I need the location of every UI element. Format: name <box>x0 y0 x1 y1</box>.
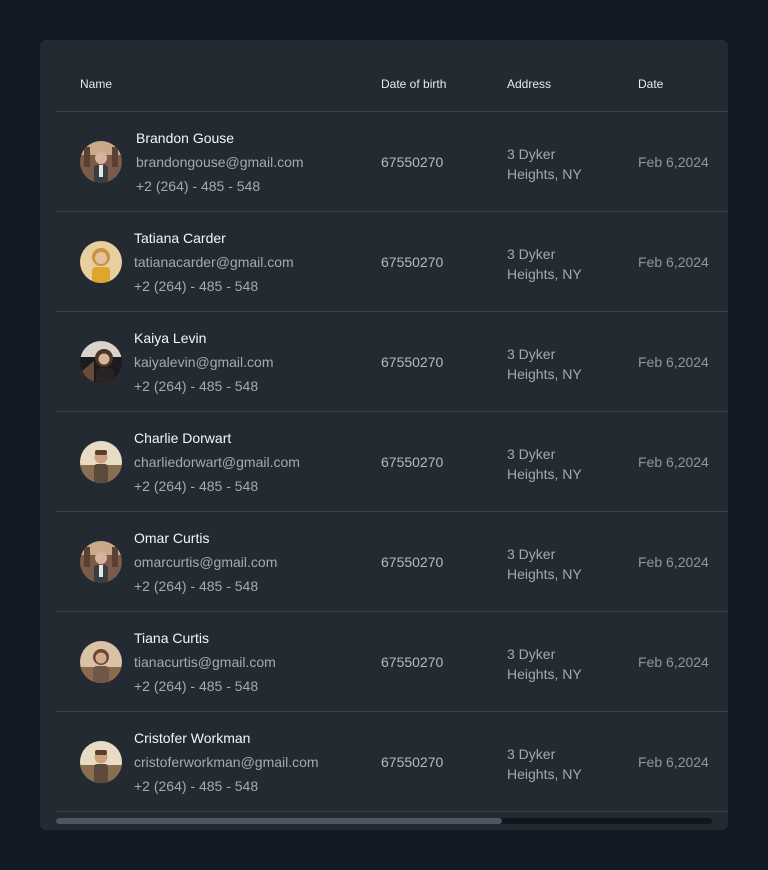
row-date: Feb 6,2024 <box>638 354 709 370</box>
row-email: brandongouse@gmail.com <box>136 154 304 170</box>
row-phone: +2 (264) - 485 - 548 <box>134 278 259 294</box>
row-address: 3 Dyker Heights, NY <box>507 744 582 784</box>
row-phone: +2 (264) - 485 - 548 <box>134 678 259 694</box>
avatar <box>80 641 122 683</box>
horizontal-scrollbar[interactable] <box>56 818 712 824</box>
row-email: tianacurtis@gmail.com <box>134 654 276 670</box>
row-phone: +2 (264) - 485 - 548 <box>136 178 261 194</box>
row-email: charliedorwart@gmail.com <box>134 454 300 470</box>
row-date: Feb 6,2024 <box>638 454 709 470</box>
row-address: 3 Dyker Heights, NY <box>507 444 582 484</box>
avatar <box>80 441 122 483</box>
row-address-line1: 3 Dyker <box>507 746 556 762</box>
row-address-line2: Heights, NY <box>507 366 582 382</box>
table-row[interactable]: Omar Curtis omarcurtis@gmail.com +2 (264… <box>56 512 728 612</box>
row-email: cristoferworkman@gmail.com <box>134 754 319 770</box>
row-address: 3 Dyker Heights, NY <box>507 144 582 184</box>
row-dob: 67550270 <box>381 154 444 170</box>
row-date: Feb 6,2024 <box>638 554 709 570</box>
table-row[interactable]: Cristofer Workman cristoferworkman@gmail… <box>56 712 728 812</box>
row-address: 3 Dyker Heights, NY <box>507 344 582 384</box>
row-dob: 67550270 <box>381 554 444 570</box>
row-name: Tiana Curtis <box>134 630 209 646</box>
table-row[interactable]: Kaiya Levin kaiyalevin@gmail.com +2 (264… <box>56 312 728 412</box>
table-row[interactable]: Charlie Dorwart charliedorwart@gmail.com… <box>56 412 728 512</box>
users-table-card: Name Date of birth Address Date Brandon … <box>40 40 728 830</box>
avatar <box>80 141 122 183</box>
row-date: Feb 6,2024 <box>638 654 709 670</box>
table-row[interactable]: Tatiana Carder tatianacarder@gmail.com +… <box>56 212 728 312</box>
avatar <box>80 241 122 283</box>
row-date: Feb 6,2024 <box>638 254 709 270</box>
row-address-line2: Heights, NY <box>507 666 582 682</box>
row-name: Tatiana Carder <box>134 230 226 246</box>
row-name: Cristofer Workman <box>134 730 251 746</box>
row-phone: +2 (264) - 485 - 548 <box>134 378 259 394</box>
column-header-date[interactable]: Date <box>638 77 663 91</box>
column-header-dob[interactable]: Date of birth <box>381 77 446 91</box>
avatar <box>80 741 122 783</box>
row-date: Feb 6,2024 <box>638 754 709 770</box>
table-header: Name Date of birth Address Date <box>56 40 728 112</box>
row-address-line1: 3 Dyker <box>507 246 556 262</box>
row-name: Kaiya Levin <box>134 330 207 346</box>
table-row[interactable]: Tiana Curtis tianacurtis@gmail.com +2 (2… <box>56 612 728 712</box>
row-phone: +2 (264) - 485 - 548 <box>134 578 259 594</box>
row-address-line1: 3 Dyker <box>507 546 556 562</box>
row-email: kaiyalevin@gmail.com <box>134 354 274 370</box>
row-name: Brandon Gouse <box>136 130 235 146</box>
row-address-line2: Heights, NY <box>507 166 582 182</box>
row-email: tatianacarder@gmail.com <box>134 254 294 270</box>
row-address-line1: 3 Dyker <box>507 446 556 462</box>
row-dob: 67550270 <box>381 454 444 470</box>
row-name: Charlie Dorwart <box>134 430 232 446</box>
table-row[interactable]: Brandon Gouse brandongouse@gmail.com +2 … <box>56 112 728 212</box>
row-date: Feb 6,2024 <box>638 154 709 170</box>
row-address-line1: 3 Dyker <box>507 646 556 662</box>
row-address-line1: 3 Dyker <box>507 346 556 362</box>
row-address-line2: Heights, NY <box>507 266 582 282</box>
users-table: Name Date of birth Address Date Brandon … <box>56 40 728 812</box>
row-address-line1: 3 Dyker <box>507 146 556 162</box>
row-address: 3 Dyker Heights, NY <box>507 244 582 284</box>
row-dob: 67550270 <box>381 254 444 270</box>
row-dob: 67550270 <box>381 354 444 370</box>
avatar <box>80 541 122 583</box>
row-address: 3 Dyker Heights, NY <box>507 544 582 584</box>
avatar <box>80 341 122 383</box>
row-address-line2: Heights, NY <box>507 766 582 782</box>
row-address: 3 Dyker Heights, NY <box>507 644 582 684</box>
column-header-name[interactable]: Name <box>80 77 112 91</box>
row-phone: +2 (264) - 485 - 548 <box>134 478 259 494</box>
row-address-line2: Heights, NY <box>507 566 582 582</box>
scrollbar-thumb[interactable] <box>56 818 503 824</box>
row-address-line2: Heights, NY <box>507 466 582 482</box>
row-name: Omar Curtis <box>134 530 210 546</box>
row-email: omarcurtis@gmail.com <box>134 554 278 570</box>
row-dob: 67550270 <box>381 654 444 670</box>
row-dob: 67550270 <box>381 754 444 770</box>
row-phone: +2 (264) - 485 - 548 <box>134 778 259 794</box>
column-header-address[interactable]: Address <box>507 77 551 91</box>
